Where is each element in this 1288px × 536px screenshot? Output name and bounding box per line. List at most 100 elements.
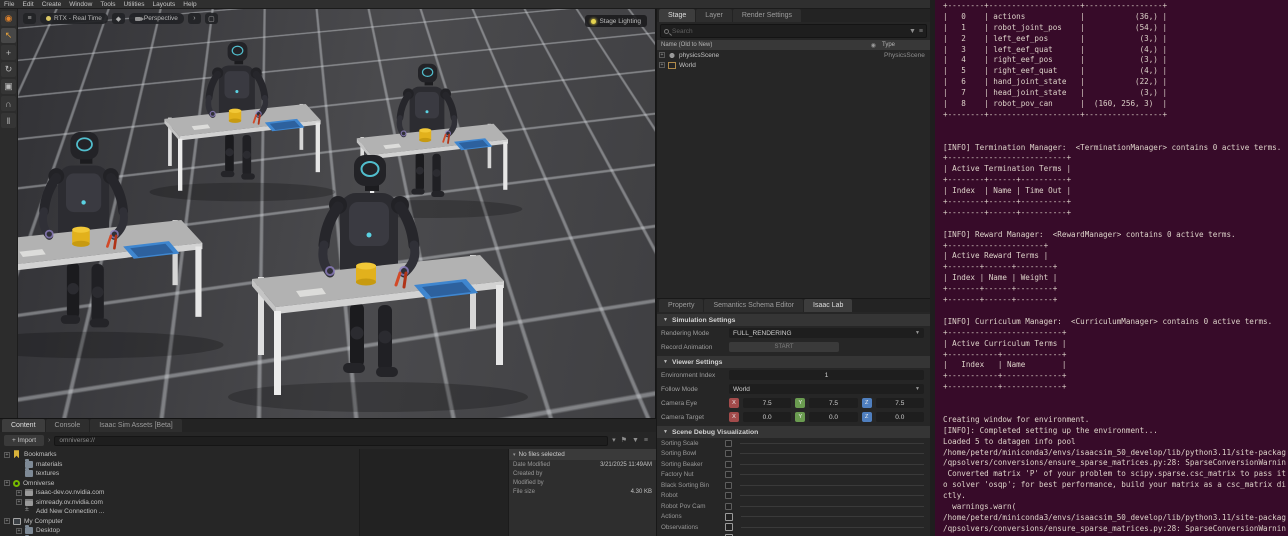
tree-item[interactable]: textures xyxy=(0,468,359,479)
expander-icon[interactable] xyxy=(4,480,10,487)
tab[interactable]: Semantics Schema Editor xyxy=(704,299,804,312)
terminal-line: [INFO] Reward Manager: <RewardManager> c… xyxy=(943,229,1236,239)
expander-icon[interactable] xyxy=(16,527,22,534)
menu-item[interactable]: Help xyxy=(183,0,196,9)
tree-item[interactable]: Bookmarks xyxy=(0,450,359,460)
tool-button[interactable]: ↖ xyxy=(1,28,16,43)
tab[interactable]: Console xyxy=(45,419,90,432)
tree-item-icon xyxy=(25,498,33,506)
terminal-line: +-----------+-------------+ xyxy=(943,349,1067,359)
tree-item[interactable]: Omniverse xyxy=(0,479,359,489)
tool-button[interactable]: + xyxy=(1,45,16,60)
expander-icon[interactable] xyxy=(659,52,665,58)
tree-item[interactable]: isaac-dev.ov.nvidia.com xyxy=(0,488,359,498)
rendering-mode-select[interactable]: FULL_RENDERING ▼ xyxy=(729,328,924,338)
tree-item-icon xyxy=(25,458,33,468)
stage-lighting-badge[interactable]: Stage Lighting xyxy=(585,15,647,27)
checkbox[interactable] xyxy=(725,471,732,479)
tree-item[interactable]: My Computer xyxy=(0,517,359,527)
file-grid-area[interactable] xyxy=(360,449,508,536)
tab[interactable]: Property xyxy=(659,299,704,312)
stage-search-input[interactable] xyxy=(672,27,906,35)
name-column-header[interactable]: Name (Old to New) xyxy=(661,42,871,48)
checkbox[interactable] xyxy=(725,512,733,521)
menu-item[interactable]: Layouts xyxy=(152,0,175,9)
expander-icon[interactable] xyxy=(4,518,10,525)
type-column-header[interactable]: Type xyxy=(882,42,926,48)
path-input[interactable] xyxy=(54,435,609,446)
camera-icon xyxy=(134,16,144,21)
terminal-line: | 6 | hand_joint_state | (22,) | xyxy=(943,77,1168,87)
filter-icon[interactable]: ▼ xyxy=(909,28,916,35)
terminal-window[interactable]: +--------+--------------------+---------… xyxy=(935,0,1288,536)
tool-button[interactable]: ◉ xyxy=(1,11,16,26)
section-scene-debug[interactable]: ▼ Scene Debug Visualization xyxy=(657,426,930,438)
menu-item[interactable]: Create xyxy=(42,0,62,9)
menu-item[interactable]: Edit xyxy=(22,0,33,9)
menu-item[interactable]: File xyxy=(4,0,14,9)
tab[interactable]: Render Settings xyxy=(732,9,802,22)
debug-visualization-row: Factory Nut xyxy=(657,470,930,481)
stage-tree-row[interactable]: physicsScene PhysicsScene xyxy=(657,50,930,60)
tool-button[interactable]: ↻ xyxy=(1,62,16,77)
menu-item[interactable]: Window xyxy=(69,0,92,9)
section-viewer-settings[interactable]: ▼ Viewer Settings xyxy=(657,356,930,368)
menu-item[interactable]: Tools xyxy=(100,0,115,9)
expander-icon[interactable] xyxy=(16,499,22,506)
start-button[interactable]: START xyxy=(729,342,839,352)
camera-target-z-field[interactable]: 0.0 xyxy=(875,412,924,422)
terminal-line: Converted matrix 'P' of your problem to … xyxy=(943,469,1286,479)
tab[interactable]: Isaac Sim Assets [Beta] xyxy=(90,419,182,432)
checkbox[interactable] xyxy=(725,450,732,458)
camera-eye-y-field[interactable]: 7.5 xyxy=(809,398,858,408)
options-icon[interactable]: ≡ xyxy=(919,28,923,35)
expander-icon[interactable] xyxy=(16,489,22,496)
camera-target-y-field[interactable]: 0.0 xyxy=(809,412,858,422)
checkbox[interactable] xyxy=(725,460,732,468)
tree-item-icon xyxy=(13,451,21,458)
tab[interactable]: Content xyxy=(2,419,45,432)
checkbox[interactable] xyxy=(725,439,732,447)
breadcrumb-chevron-icon: › xyxy=(48,437,51,444)
import-button[interactable]: + Import xyxy=(4,435,45,446)
camera-selector[interactable]: Perspective xyxy=(128,13,184,24)
camera-eye-z-field[interactable]: 7.5 xyxy=(875,398,924,408)
viewport-3d[interactable]: ≡ RTX - Real Time ◆ Perspective › ▢ Stag… xyxy=(18,9,655,418)
terminal-line: | 8 | robot_pov_can | (160, 256, 3) | xyxy=(943,99,1168,109)
tool-button[interactable]: ‖ xyxy=(1,113,16,128)
follow-mode-select[interactable]: World ▼ xyxy=(729,384,924,394)
toolbar-icon[interactable]: ▼ xyxy=(632,437,639,444)
checkbox[interactable] xyxy=(725,502,732,510)
toolbar-icon[interactable]: ⚑ xyxy=(621,437,627,444)
expander-icon[interactable] xyxy=(4,451,10,458)
tree-item-label: Desktop xyxy=(36,527,60,535)
tab[interactable]: Stage xyxy=(659,9,696,22)
toolbar-icon[interactable]: ≡ xyxy=(644,437,648,444)
prim-name: physicsScene xyxy=(679,51,720,59)
tool-button[interactable]: ▣ xyxy=(1,79,16,94)
tree-item[interactable]: materials xyxy=(0,458,359,470)
checkbox[interactable] xyxy=(725,523,733,532)
camera-target-x-field[interactable]: 0.0 xyxy=(743,412,792,422)
camera-eye-x-field[interactable]: 7.5 xyxy=(743,398,792,408)
viewport-settings-button[interactable]: ▢ xyxy=(204,13,218,24)
tool-button[interactable]: ∩ xyxy=(1,96,16,111)
environment-index-field[interactable]: 1 xyxy=(729,370,924,380)
viewport-expand-button[interactable]: › xyxy=(187,13,201,24)
menu-item[interactable]: Utilities xyxy=(124,0,145,9)
details-header[interactable]: ▾ No files selected xyxy=(509,449,656,460)
checkbox[interactable] xyxy=(725,492,732,500)
expander-icon[interactable] xyxy=(659,62,665,68)
viewport-menu-button[interactable]: ≡ xyxy=(23,13,36,24)
tree-item[interactable]: Add New Connection ... xyxy=(0,506,359,517)
tree-item[interactable]: simready.ov.nvidia.com xyxy=(0,498,359,508)
tab[interactable]: Layer xyxy=(696,9,732,22)
viewport-capture-button[interactable]: ◆ xyxy=(111,13,125,24)
stage-tree-row[interactable]: World xyxy=(657,60,930,70)
checkbox[interactable] xyxy=(725,481,732,489)
section-simulation-settings[interactable]: ▼ Simulation Settings xyxy=(657,314,930,326)
toolbar-icon[interactable]: ▾ xyxy=(612,437,616,444)
renderer-selector[interactable]: RTX - Real Time xyxy=(40,13,108,24)
tree-item[interactable]: Desktop xyxy=(0,525,359,536)
tab[interactable]: Isaac Lab xyxy=(804,299,853,312)
